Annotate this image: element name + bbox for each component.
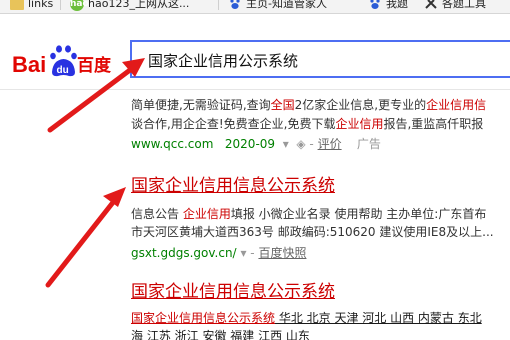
tools-icon — [424, 0, 438, 10]
result-3-snippet-line1: 国家企业信用信息公示系统 华北 北京 天津 河北 山西 内蒙古 东北 — [131, 309, 482, 327]
bookmark-zhidao-label: 主页-知道管家人 — [246, 0, 327, 10]
bookmark-links[interactable]: links — [10, 0, 53, 12]
bookmark-links-label: links — [28, 0, 54, 10]
snippet-text: 填报 小微企业名录 使用帮助 主办单位:广东首布 — [230, 207, 487, 221]
logo-du-text: du — [57, 65, 69, 76]
paw-icon — [228, 0, 242, 10]
bookmark-separator — [60, 0, 61, 10]
result-2-title[interactable]: 国家企业信用信息公示系统 — [131, 175, 335, 197]
snippet-text: 报告,重监高仟职报 — [383, 117, 484, 131]
browser-page: links haohao123_上网从这... 主页-知道管家人 我题 各题工具… — [0, 0, 510, 340]
dropdown-icon[interactable]: ▾ — [240, 246, 250, 260]
bookmark-tools[interactable]: 各题工具 — [424, 0, 486, 12]
result-1-eval-link[interactable]: 评价 — [318, 137, 342, 151]
result-3-regions[interactable]: 华北 北京 天津 河北 山西 内蒙古 东北 — [275, 311, 482, 325]
logo-baidu-cn-text: 百度 — [77, 55, 112, 76]
shield-icon: ◈ — [296, 137, 306, 151]
result-3-title[interactable]: 国家企业信用信息公示系统 — [131, 281, 335, 303]
logo-bai-text: Bai — [12, 52, 46, 77]
result-3-link[interactable]: 国家企业信用信息公示系统 — [131, 311, 275, 325]
result-2-snapshot-link[interactable]: 百度快照 — [258, 246, 306, 260]
snippet-highlight: 企业信用信 — [426, 98, 487, 112]
snippet-text: 2亿家企业信息,更专业的 — [294, 98, 427, 112]
result-1-snippet-line2: 谈合作,用企企查!免费查企业,免费下载企业信用报告,重监高仟职报 — [131, 115, 483, 133]
search-input[interactable]: 国家企业信用公示系统 — [130, 40, 510, 78]
separator-dash: - — [309, 137, 318, 151]
snippet-highlight: 全国 — [270, 98, 295, 112]
result-2-snippet-line2: 市天河区黄埔大道西363号 邮政编码:510620 建议使用IE8及以上... — [131, 225, 494, 239]
bookmark-hao123[interactable]: haohao123_上网从这... — [70, 0, 189, 12]
bookmark-wode-label: 我题 — [386, 0, 408, 10]
bookmark-separator — [218, 0, 219, 10]
red-arrow-icon — [45, 193, 121, 288]
search-query-text: 国家企业信用公示系统 — [148, 52, 299, 70]
result-1-date: 2020-09 — [224, 137, 276, 151]
snippet-text: 谈合作,用企企查!免费查企业,免费下载 — [131, 117, 336, 131]
bookmarks-bar: links haohao123_上网从这... 主页-知道管家人 我题 各题工具 — [0, 0, 510, 14]
snippet-text: 信息公告 — [131, 207, 183, 221]
result-3-regions-line2[interactable]: 海 江苏 浙江 安徽 福建 江西 山东 — [131, 329, 310, 340]
header-divider — [0, 89, 510, 90]
red-arrow-head-icon — [103, 187, 126, 207]
result-1-url-line: www.qcc.com 2020-09 ▾ ◈ - 评价 广告 — [131, 135, 381, 153]
folder-icon — [10, 0, 24, 10]
hao123-icon: hao — [70, 0, 89, 11]
result-2-url-line: gsxt.gdgs.gov.cn/ ▾ - 百度快照 — [131, 244, 306, 262]
result-2-snippet-line1: 信息公告 企业信用填报 小微企业名录 使用帮助 主办单位:广东首布 — [131, 205, 486, 223]
dropdown-icon[interactable]: ▾ — [279, 137, 293, 151]
snippet-text: 简单便捷,无需验证码,查询 — [131, 98, 271, 112]
bookmark-hao123-label: hao123_上网从这... — [88, 0, 190, 10]
hao123-icon-text: hao — [70, 0, 89, 9]
bookmark-zhidao[interactable]: 主页-知道管家人 — [228, 0, 327, 12]
result-1-url[interactable]: www.qcc.com — [131, 137, 213, 151]
bookmark-wode[interactable]: 我题 — [368, 0, 408, 12]
bookmark-tools-label: 各题工具 — [442, 0, 486, 10]
snippet-highlight: 企业信用 — [182, 207, 231, 221]
result-1-snippet-line1: 简单便捷,无需验证码,查询全国2亿家企业信息,更专业的企业信用信 — [131, 96, 486, 114]
snippet-highlight: 企业信用 — [335, 117, 384, 131]
result-3-snippet-line2: 海 江苏 浙江 安徽 福建 江西 山东 — [131, 327, 310, 340]
result-2-url[interactable]: gsxt.gdgs.gov.cn/ — [131, 246, 237, 260]
paw-icon — [368, 0, 382, 10]
result-1-ad-label: 广告 — [356, 137, 381, 151]
baidu-logo[interactable]: Bai du 百度 — [12, 42, 117, 82]
